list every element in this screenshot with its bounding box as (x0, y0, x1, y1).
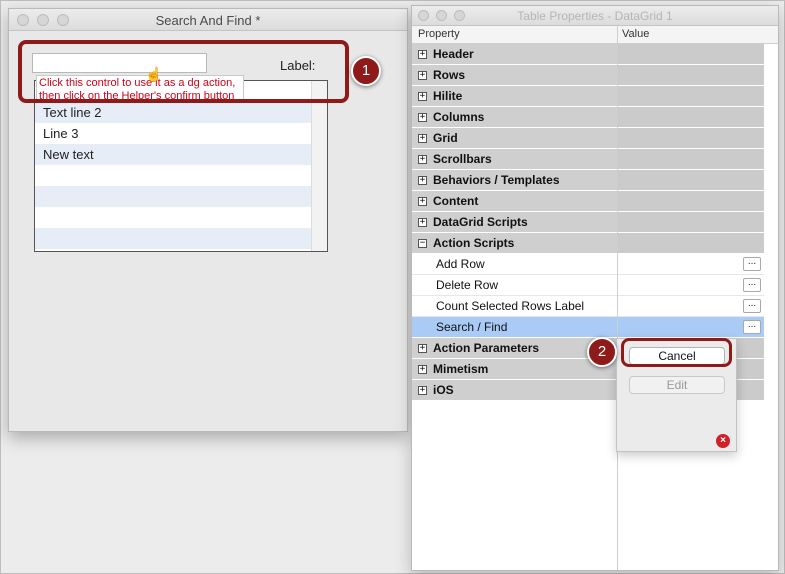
table-properties-window: Table Properties - DataGrid 1 Property V… (411, 5, 779, 571)
expand-plus-icon[interactable]: + (418, 92, 427, 101)
expand-plus-icon[interactable]: + (418, 344, 427, 353)
property-label: Count Selected Rows Label (436, 299, 585, 313)
group-row-grid[interactable]: + Grid (412, 128, 764, 149)
expand-plus-icon[interactable]: + (418, 113, 427, 122)
grid-row[interactable]: New text (35, 144, 312, 165)
expand-plus-icon[interactable]: + (418, 176, 427, 185)
grid-scrollbar[interactable] (311, 81, 327, 251)
expand-plus-icon[interactable]: + (418, 50, 427, 59)
group-label: Action Scripts (433, 236, 515, 250)
property-row-count-selected[interactable]: Count Selected Rows Label ... (412, 296, 764, 317)
grid-row[interactable]: Text line 2 (35, 102, 312, 123)
property-label: Add Row (436, 257, 485, 271)
expand-plus-icon[interactable]: + (418, 71, 427, 80)
value-cell (617, 44, 764, 64)
group-label: Content (433, 194, 479, 208)
callout-highlight-2 (621, 338, 732, 367)
group-label: DataGrid Scripts (433, 215, 528, 229)
property-row-search-find[interactable]: Search / Find ... (412, 317, 764, 338)
group-row-header[interactable]: + Header (412, 44, 764, 65)
data-grid[interactable]: Text line 2 Line 3 New text (34, 80, 328, 252)
group-row-columns[interactable]: + Columns (412, 107, 764, 128)
group-row-scrollbars[interactable]: + Scrollbars (412, 149, 764, 170)
group-label: Hilite (433, 89, 463, 103)
expand-plus-icon[interactable]: + (418, 134, 427, 143)
group-row-action-scripts[interactable]: − Action Scripts (412, 233, 764, 254)
title-bar: Search And Find * (9, 9, 407, 31)
column-header-value[interactable]: Value (622, 28, 649, 40)
expand-plus-icon[interactable]: + (418, 365, 427, 374)
edit-script-button[interactable]: ... (743, 320, 761, 334)
expand-plus-icon[interactable]: + (418, 155, 427, 164)
column-divider[interactable] (617, 26, 618, 570)
value-cell (617, 65, 764, 85)
expand-plus-icon[interactable]: + (418, 197, 427, 206)
collapse-minus-icon[interactable]: − (418, 239, 427, 248)
grid-row[interactable] (35, 228, 312, 249)
edit-script-button[interactable]: ... (743, 278, 761, 292)
value-cell (617, 170, 764, 190)
grid-row[interactable]: Line 3 (35, 123, 312, 144)
value-cell (617, 212, 764, 232)
title-bar: Table Properties - DataGrid 1 (412, 6, 778, 26)
callout-badge-2: 2 (587, 337, 617, 367)
callout-highlight-1 (18, 40, 349, 103)
grid-row[interactable] (35, 207, 312, 228)
expand-plus-icon[interactable]: + (418, 218, 427, 227)
value-cell (617, 149, 764, 169)
value-cell (617, 233, 764, 253)
group-label: Rows (433, 68, 466, 82)
desktop: Search And Find * Label: Text line 2 Lin… (0, 0, 785, 574)
property-label: Search / Find (436, 320, 508, 334)
group-label: iOS (433, 383, 454, 397)
grid-row[interactable] (35, 186, 312, 207)
value-cell (617, 191, 764, 211)
group-label: Behaviors / Templates (433, 173, 560, 187)
group-label: Scrollbars (433, 152, 492, 166)
group-row-rows[interactable]: + Rows (412, 65, 764, 86)
group-row-behaviors[interactable]: + Behaviors / Templates (412, 170, 764, 191)
group-label: Action Parameters (433, 341, 540, 355)
property-row-delete-row[interactable]: Delete Row ... (412, 275, 764, 296)
group-label: Grid (433, 131, 458, 145)
delete-icon[interactable]: × (716, 434, 730, 448)
group-row-content[interactable]: + Content (412, 191, 764, 212)
value-cell (617, 86, 764, 106)
edit-button[interactable]: Edit (629, 376, 725, 394)
window-title: Search And Find * (155, 13, 261, 28)
group-label: Header (433, 47, 474, 61)
edit-script-button[interactable]: ... (743, 299, 761, 313)
property-row-add-row[interactable]: Add Row ... (412, 254, 764, 275)
group-label: Columns (433, 110, 485, 124)
grid-row[interactable] (35, 165, 312, 186)
edit-script-button[interactable]: ... (743, 257, 761, 271)
expand-plus-icon[interactable]: + (418, 386, 427, 395)
properties-header: Property Value (412, 26, 778, 44)
property-label: Delete Row (436, 278, 499, 292)
callout-badge-1: 1 (351, 56, 381, 86)
value-cell (617, 107, 764, 127)
value-cell (617, 128, 764, 148)
group-label: Mimetism (433, 362, 489, 376)
group-row-hilite[interactable]: + Hilite (412, 86, 764, 107)
column-header-property[interactable]: Property (418, 28, 460, 40)
window-title: Table Properties - DataGrid 1 (517, 9, 673, 23)
group-row-datagrid-scripts[interactable]: + DataGrid Scripts (412, 212, 764, 233)
